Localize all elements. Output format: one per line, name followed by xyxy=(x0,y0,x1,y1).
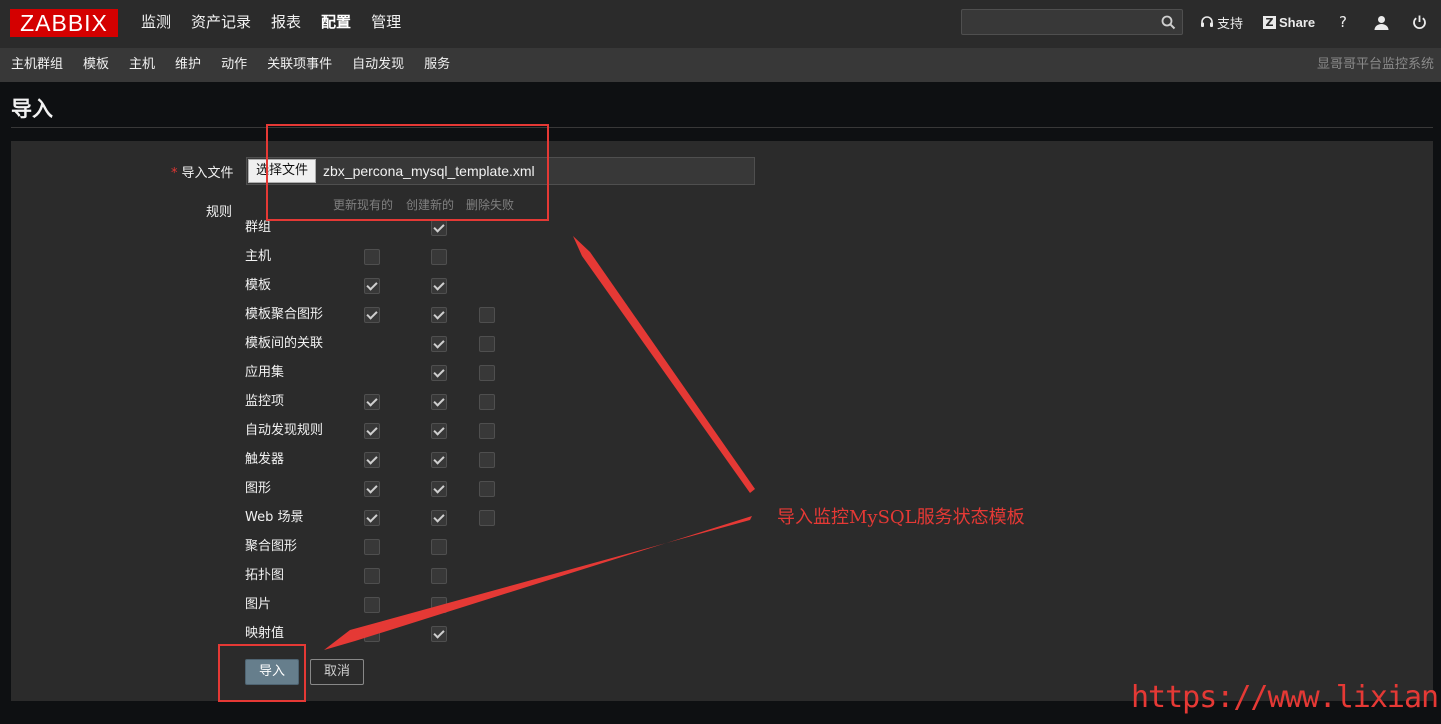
rule-name: 映射值 xyxy=(245,626,285,641)
rule-checkbox-create[interactable] xyxy=(431,307,447,323)
configuration-submenu: 主机群组 模板 主机 维护 动作 关联项事件 自动发现 服务 xyxy=(0,48,460,82)
top-navigation-bar: ZABBIX 监测 资产记录 报表 配置 管理 支持 Z Share ? xyxy=(0,0,1441,48)
choose-file-button[interactable]: 选择文件 xyxy=(248,159,317,183)
selected-file-name: zbx_percona_mysql_template.xml xyxy=(323,163,535,179)
submenu-discovery[interactable]: 自动发现 xyxy=(342,48,414,82)
rule-name: 模板聚合图形 xyxy=(245,307,324,322)
rule-name: 模板间的关联 xyxy=(245,336,324,351)
submenu-actions[interactable]: 动作 xyxy=(211,48,257,82)
page-title: 导入 xyxy=(11,97,53,121)
rule-checkbox-create[interactable] xyxy=(431,597,447,613)
menu-reports[interactable]: 报表 xyxy=(261,0,311,48)
rule-checkbox-update[interactable] xyxy=(364,626,380,642)
submenu-maintenance[interactable]: 维护 xyxy=(165,48,211,82)
rule-checkbox-create[interactable] xyxy=(431,539,447,555)
menu-configuration[interactable]: 配置 xyxy=(311,0,361,48)
rules-label: 规则 xyxy=(206,205,233,220)
rule-name: 图片 xyxy=(245,597,272,612)
rule-checkbox-update[interactable] xyxy=(364,394,380,410)
zabbix-share-icon: Z xyxy=(1263,15,1276,29)
share-label: Share xyxy=(1279,14,1316,30)
rule-checkbox-create[interactable] xyxy=(431,365,447,381)
rule-checkbox-create[interactable] xyxy=(431,394,447,410)
share-link[interactable]: Z Share xyxy=(1263,11,1315,33)
rule-name: Web 场景 xyxy=(245,510,304,525)
power-logout-icon[interactable] xyxy=(1412,11,1427,33)
submenu-hosts[interactable]: 主机 xyxy=(119,48,165,82)
column-header-update-existing: 更新现有的 xyxy=(333,198,394,212)
rule-name: 主机 xyxy=(245,249,272,264)
rule-checkbox-delete[interactable] xyxy=(479,423,495,439)
rule-checkbox-update[interactable] xyxy=(364,249,380,265)
server-name-label: 显哥哥平台监控系统 xyxy=(1316,57,1434,72)
column-header-delete-missing: 删除失败 xyxy=(466,198,515,212)
main-menu: 监测 资产记录 报表 配置 管理 xyxy=(131,0,411,48)
rule-checkbox-update[interactable] xyxy=(364,568,380,584)
rule-name: 聚合图形 xyxy=(245,539,298,554)
rule-name: 模板 xyxy=(245,278,272,293)
rule-checkbox-update[interactable] xyxy=(364,481,380,497)
annotation-text: 导入监控MySQL服务状态模板 xyxy=(777,507,1025,528)
rule-name: 应用集 xyxy=(245,365,285,380)
watermark-url: https://www.lixian.fun xyxy=(1131,680,1441,715)
submenu-templates[interactable]: 模板 xyxy=(73,48,119,82)
rule-checkbox-delete[interactable] xyxy=(479,336,495,352)
column-header-create-new: 创建新的 xyxy=(406,198,455,212)
support-link[interactable]: 支持 xyxy=(1200,11,1243,33)
help-icon[interactable]: ? xyxy=(1339,11,1347,33)
rule-name: 图形 xyxy=(245,481,272,496)
rule-checkbox-delete[interactable] xyxy=(479,510,495,526)
submenu-services[interactable]: 服务 xyxy=(414,48,460,82)
rule-name: 触发器 xyxy=(245,452,285,467)
rule-checkbox-create[interactable] xyxy=(431,278,447,294)
rule-name: 拓扑图 xyxy=(245,568,285,583)
cancel-button[interactable]: 取消 xyxy=(310,659,364,685)
rule-checkbox-create[interactable] xyxy=(431,336,447,352)
rule-name: 自动发现规则 xyxy=(245,423,324,438)
rule-checkbox-update[interactable] xyxy=(364,307,380,323)
import-file-label: * 导入文件 xyxy=(171,166,234,181)
rule-checkbox-delete[interactable] xyxy=(479,307,495,323)
menu-inventory[interactable]: 资产记录 xyxy=(181,0,261,48)
rule-name: 监控项 xyxy=(245,394,285,409)
search-icon[interactable] xyxy=(1161,15,1176,30)
rule-checkbox-create[interactable] xyxy=(431,568,447,584)
rule-checkbox-create[interactable] xyxy=(431,481,447,497)
rule-checkbox-update[interactable] xyxy=(364,597,380,613)
user-profile-icon[interactable] xyxy=(1374,11,1389,33)
submenu-event-correlation[interactable]: 关联项事件 xyxy=(257,48,342,82)
required-asterisk: * xyxy=(171,166,178,181)
rule-checkbox-create[interactable] xyxy=(431,510,447,526)
headset-icon xyxy=(1201,16,1213,27)
rule-checkbox-delete[interactable] xyxy=(479,452,495,468)
import-form-panel xyxy=(11,141,1433,701)
rule-checkbox-delete[interactable] xyxy=(479,481,495,497)
support-label: 支持 xyxy=(1217,16,1244,32)
rule-checkbox-create[interactable] xyxy=(431,220,447,236)
sub-navigation-bar: 主机群组 模板 主机 维护 动作 关联项事件 自动发现 服务 显哥哥平台监控系统 xyxy=(0,48,1441,82)
rule-checkbox-create[interactable] xyxy=(431,626,447,642)
zabbix-logo[interactable]: ZABBIX xyxy=(10,9,118,37)
import-button[interactable]: 导入 xyxy=(245,659,299,685)
rule-checkbox-create[interactable] xyxy=(431,249,447,265)
rule-checkbox-update[interactable] xyxy=(364,452,380,468)
header-divider xyxy=(11,127,1433,128)
rule-checkbox-create[interactable] xyxy=(431,452,447,468)
rule-checkbox-delete[interactable] xyxy=(479,365,495,381)
rule-checkbox-update[interactable] xyxy=(364,510,380,526)
menu-administration[interactable]: 管理 xyxy=(361,0,411,48)
rule-checkbox-update[interactable] xyxy=(364,423,380,439)
rule-checkbox-delete[interactable] xyxy=(479,394,495,410)
search-input[interactable] xyxy=(961,9,1183,35)
rule-checkbox-update[interactable] xyxy=(364,539,380,555)
rule-name: 群组 xyxy=(245,220,272,235)
rule-checkbox-create[interactable] xyxy=(431,423,447,439)
submenu-host-groups[interactable]: 主机群组 xyxy=(0,48,73,82)
menu-monitoring[interactable]: 监测 xyxy=(131,0,181,48)
import-file-field[interactable]: 选择文件 zbx_percona_mysql_template.xml xyxy=(246,157,755,185)
rule-checkbox-update[interactable] xyxy=(364,278,380,294)
